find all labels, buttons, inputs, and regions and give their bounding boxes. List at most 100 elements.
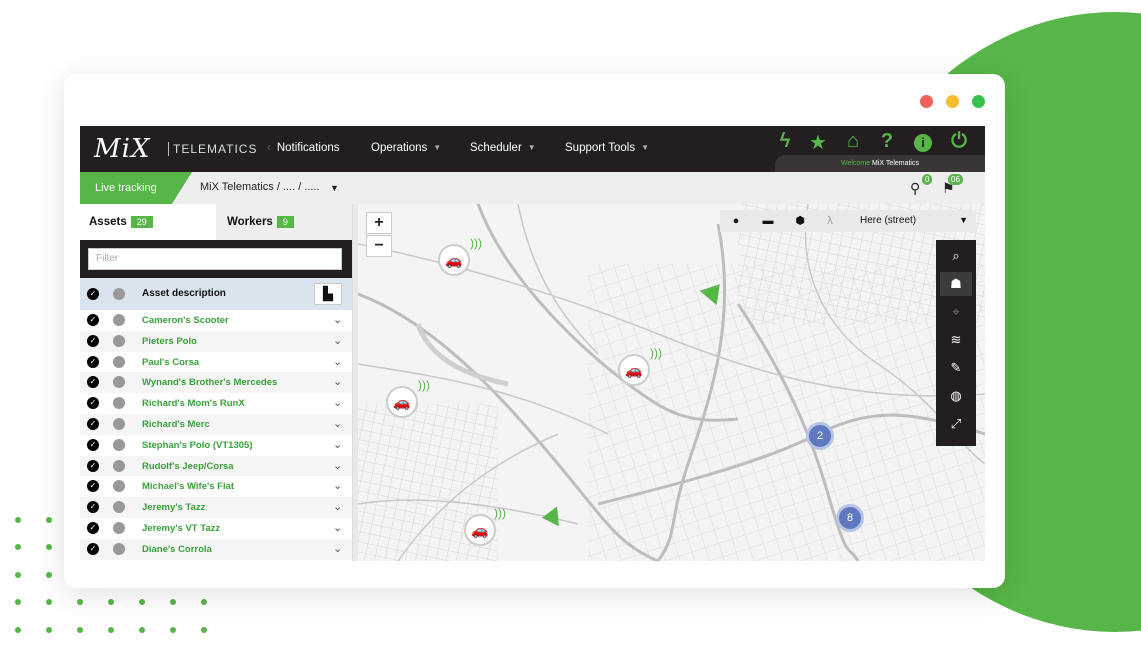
list-item[interactable]: ✓ Wynand's Brother's Mercedes ⌄ — [80, 372, 352, 394]
vehicle-marker[interactable]: 🚗 — [438, 244, 470, 276]
asset-name[interactable]: Wynand's Brother's Mercedes — [142, 377, 277, 388]
asset-name[interactable]: Stephan's Polo (VT1305) — [142, 440, 252, 451]
layers-icon[interactable]: ≋ — [940, 328, 972, 352]
draw-line-icon[interactable]: λ — [824, 215, 836, 227]
filter-input[interactable]: Filter — [88, 248, 342, 270]
asset-name[interactable]: Richard's Mom's RunX — [142, 398, 245, 409]
chevron-down-icon[interactable]: ⌄ — [333, 375, 342, 388]
column-settings-button[interactable]: ▙ — [314, 283, 342, 305]
chevron-down-icon[interactable]: ⌄ — [333, 521, 342, 534]
direction-arrow-icon[interactable] — [541, 506, 559, 528]
minimize-window-button[interactable] — [946, 95, 959, 108]
vehicle-marker[interactable]: 🚗 — [618, 354, 650, 386]
tab-assets[interactable]: Assets 29 — [80, 204, 216, 240]
asset-name[interactable]: Cameron's Scooter — [142, 315, 229, 326]
maximize-window-button[interactable] — [972, 95, 985, 108]
list-item[interactable]: ✓ Rudolf's Jeep/Corsa ⌄ — [80, 455, 352, 477]
map-cluster-marker[interactable]: 2 — [806, 422, 834, 450]
vehicle-marker[interactable]: 🚗 — [386, 386, 418, 418]
chevron-down-icon[interactable]: ⌄ — [333, 417, 342, 430]
status-dot — [113, 334, 125, 347]
car-icon: 🚗 — [445, 252, 463, 268]
chevron-down-icon[interactable]: ⌄ — [333, 479, 342, 492]
list-item[interactable]: ✓ Michael's Wife's Fiat ⌄ — [80, 476, 352, 497]
logo-subtitle: TELEMATICS — [168, 142, 257, 156]
list-item[interactable]: ✓ Richard's Merc ⌄ — [80, 414, 352, 435]
search-icon[interactable]: ⌕ — [940, 244, 972, 268]
info-icon[interactable]: i — [912, 130, 934, 153]
asset-name[interactable]: Diane's Corrola — [142, 544, 212, 555]
draw-polygon-icon[interactable]: ⬢ — [794, 215, 806, 227]
crosshair-icon[interactable]: ⌖ — [940, 300, 972, 324]
tab-workers[interactable]: Workers 9 — [218, 204, 294, 240]
nav-notifications[interactable]: ‹ Notifications — [267, 142, 339, 154]
draw-circle-icon[interactable]: ● — [730, 215, 742, 227]
lightning-icon[interactable]: ϟ — [774, 130, 796, 153]
chevron-down-icon[interactable]: ⌄ — [333, 438, 342, 451]
breadcrumb-caret-down-icon[interactable]: ▼ — [330, 183, 339, 193]
zoom-in-button[interactable]: + — [366, 212, 392, 234]
nav-support-tools[interactable]: Support Tools ▼ — [565, 142, 649, 154]
draw-rectangle-icon[interactable]: ▬ — [762, 215, 774, 227]
row-checkbox[interactable]: ✓ — [87, 459, 99, 472]
chevron-down-icon[interactable]: ⌄ — [333, 313, 342, 326]
map-layer-select[interactable]: Here (street) ▼ — [848, 210, 976, 232]
status-dot — [113, 314, 125, 326]
list-item[interactable]: ✓ Cameron's Scooter ⌄ — [80, 310, 352, 331]
home-icon[interactable]: ☗ — [940, 272, 972, 296]
draw-shape-toolbar: ● ▬ ⬢ λ — [720, 210, 848, 232]
fullscreen-icon[interactable]: ⤢ — [940, 412, 972, 436]
chevron-down-icon[interactable]: ⌄ — [333, 334, 342, 347]
globe-icon[interactable]: ◍ — [940, 384, 972, 408]
row-checkbox[interactable]: ✓ — [87, 480, 99, 493]
chevron-down-icon[interactable]: ⌄ — [333, 542, 342, 555]
live-tracking-tab[interactable]: Live tracking — [80, 172, 192, 204]
asset-name[interactable]: Rudolf's Jeep/Corsa — [142, 461, 233, 472]
wrench-icon[interactable]: ✎ — [940, 356, 972, 380]
chevron-down-icon[interactable]: ⌄ — [333, 459, 342, 472]
map-view[interactable]: + − ● ▬ ⬢ λ Here (street) ▼ ⌕ ☗ ⌖ ≋ ✎ ◍ ⤢ — [358, 204, 985, 561]
chevron-down-icon[interactable]: ⌄ — [333, 355, 342, 368]
row-checkbox[interactable]: ✓ — [87, 314, 99, 326]
chevron-down-icon[interactable]: ⌄ — [333, 500, 342, 513]
signal-icon: ))) — [418, 378, 430, 392]
list-item[interactable]: ✓ Diane's Corrola ⌄ — [80, 538, 352, 560]
chevron-left-icon: ‹ — [267, 142, 271, 154]
row-checkbox[interactable]: ✓ — [87, 438, 99, 451]
list-item[interactable]: ✓ Jeremy's Tazz ⌄ — [80, 497, 352, 518]
row-checkbox[interactable]: ✓ — [87, 376, 99, 389]
asset-name[interactable]: Jeremy's Tazz — [142, 502, 205, 513]
asset-name[interactable]: Paul's Corsa — [142, 357, 199, 368]
nav-scheduler[interactable]: Scheduler ▼ — [470, 142, 536, 154]
list-item[interactable]: ✓ Richard's Mom's RunX ⌄ — [80, 393, 352, 414]
asset-name[interactable]: Michael's Wife's Fiat — [142, 481, 234, 492]
asset-name[interactable]: Richard's Merc — [142, 419, 210, 430]
map-cluster-marker[interactable]: 8 — [836, 504, 864, 532]
list-item[interactable]: ✓ Paul's Corsa ⌄ — [80, 352, 352, 373]
row-checkbox[interactable]: ✓ — [87, 522, 99, 534]
select-all-checkbox[interactable]: ✓ — [87, 288, 99, 300]
asset-name[interactable]: Pieters Polo — [142, 336, 197, 347]
zoom-out-button[interactable]: − — [366, 235, 392, 257]
chevron-down-icon[interactable]: ⌄ — [333, 396, 342, 409]
home-icon[interactable]: ⌂ — [842, 130, 864, 153]
vehicle-marker[interactable]: 🚗 — [464, 514, 496, 546]
list-item[interactable]: ✓ Jeremy's VT Tazz ⌄ — [80, 518, 352, 539]
list-item[interactable]: ✓ Stephan's Polo (VT1305) ⌄ — [80, 435, 352, 456]
close-window-button[interactable] — [920, 95, 933, 108]
row-checkbox[interactable]: ✓ — [87, 397, 99, 410]
power-icon[interactable]: ⏻ — [948, 130, 970, 153]
breadcrumb[interactable]: MiX Telematics / .... / ..... — [200, 181, 320, 193]
star-icon[interactable]: ★ — [807, 130, 829, 155]
row-checkbox[interactable]: ✓ — [87, 355, 99, 368]
help-icon[interactable]: ? — [876, 130, 898, 153]
row-checkbox[interactable]: ✓ — [87, 501, 99, 514]
asset-name[interactable]: Jeremy's VT Tazz — [142, 523, 220, 534]
list-item[interactable]: ✓ Pieters Polo ⌄ — [80, 330, 352, 352]
row-checkbox[interactable]: ✓ — [87, 418, 99, 430]
mix-logo[interactable]: MiX — [94, 134, 150, 164]
nav-operations[interactable]: Operations ▼ — [371, 142, 441, 154]
row-checkbox[interactable]: ✓ — [87, 334, 99, 347]
location-pin-icon[interactable]: ⚲ — [910, 180, 920, 197]
row-checkbox[interactable]: ✓ — [87, 542, 99, 555]
